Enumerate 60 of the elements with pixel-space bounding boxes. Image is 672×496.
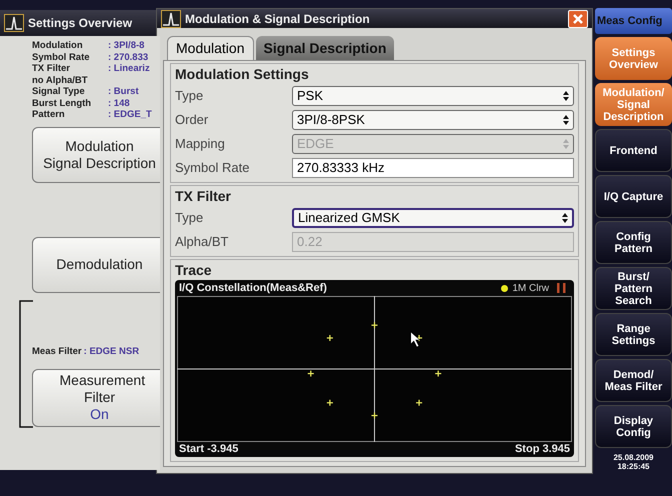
spinner-icon <box>563 139 569 149</box>
spectrum-icon <box>4 14 24 32</box>
parameter-label: Signal Type <box>32 86 86 98</box>
field-label: Symbol Rate <box>175 159 250 178</box>
group-title: Trace <box>175 261 213 280</box>
dialog-title: Modulation & Signal Description <box>185 10 371 28</box>
sidebar-header: Meas Config <box>595 8 672 34</box>
tab[interactable]: Modulation <box>167 36 254 60</box>
field-label: Mapping <box>175 135 226 154</box>
field-label: Type <box>175 87 204 106</box>
parameter-label: Burst Length <box>32 98 92 109</box>
sidebar-button[interactable]: Frontend <box>595 129 672 172</box>
window-title: Settings Overview <box>28 15 132 32</box>
parameter-label: Symbol Rate <box>32 52 91 63</box>
input-field[interactable]: 270.83333 kHz <box>292 158 574 178</box>
sidebar-button[interactable]: Config Pattern <box>595 221 672 264</box>
dropdown-field[interactable]: PSK <box>292 86 574 106</box>
close-button[interactable] <box>568 10 588 28</box>
group-title: Modulation Settings <box>175 65 310 84</box>
stop-label: Stop 3.945 <box>514 442 570 458</box>
spinner-icon <box>562 213 568 223</box>
sidebar-button[interactable]: Display Config <box>595 405 672 448</box>
trace-legend: 1M Clrw <box>512 280 549 296</box>
measurement-filter-button[interactable]: Measurement Filter On <box>32 368 160 427</box>
spinner-icon <box>563 91 569 101</box>
parameter-label: no Alpha/BT <box>32 74 88 86</box>
tab[interactable]: Signal Description <box>256 36 394 60</box>
field-label: Alpha/BT <box>175 233 230 252</box>
parameter-label: Pattern <box>32 109 66 120</box>
demodulation-button[interactable]: Demodulation <box>32 236 160 292</box>
parameter-value: : EDGE_T <box>108 109 152 120</box>
group-title: TX Filter <box>175 187 232 206</box>
sidebar-button[interactable]: Demod/ Meas Filter <box>595 359 672 402</box>
parameter-label: TX Filter <box>32 63 72 74</box>
parameter-value: : 3PI/8-8 <box>108 40 144 52</box>
parameter-value: : EDGE NSR <box>84 344 140 358</box>
plot-title: I/Q Constellation(Meas&Ref) <box>179 280 328 296</box>
field-label: Type <box>175 209 204 228</box>
parameter-value: : 148 <box>108 98 130 109</box>
date-label: 25.08.2009 <box>613 453 654 462</box>
sidebar-button[interactable]: I/Q Capture <box>595 175 672 218</box>
parameter-value: : Burst <box>108 86 139 98</box>
parameter-label: Meas Filter <box>32 344 82 358</box>
dropdown-field[interactable]: 3PI/8-8PSK <box>292 110 574 130</box>
spinner-icon <box>563 115 569 125</box>
sidebar-button[interactable]: Modulation/ Signal Description <box>595 83 672 126</box>
sidebar-button[interactable]: Range Settings <box>595 313 672 356</box>
spectrum-icon <box>161 10 181 28</box>
trace-dot-icon <box>501 284 508 292</box>
start-label: Start -3.945 <box>179 442 238 458</box>
field-label: Order <box>175 111 210 130</box>
parameter-value: : 270.833 <box>108 52 148 63</box>
modulation-button[interactable]: Modulation Signal Description <box>32 126 160 182</box>
dropdown-field[interactable]: Linearized GMSK <box>292 208 574 228</box>
close-icon <box>572 12 584 24</box>
pause-icon <box>557 283 566 293</box>
parameter-label: Modulation <box>32 40 84 52</box>
parameter-value: : Lineariz <box>108 63 150 74</box>
sidebar-button[interactable]: Burst/ Pattern Search <box>595 267 672 310</box>
time-label: 18:25:45 <box>617 462 650 471</box>
